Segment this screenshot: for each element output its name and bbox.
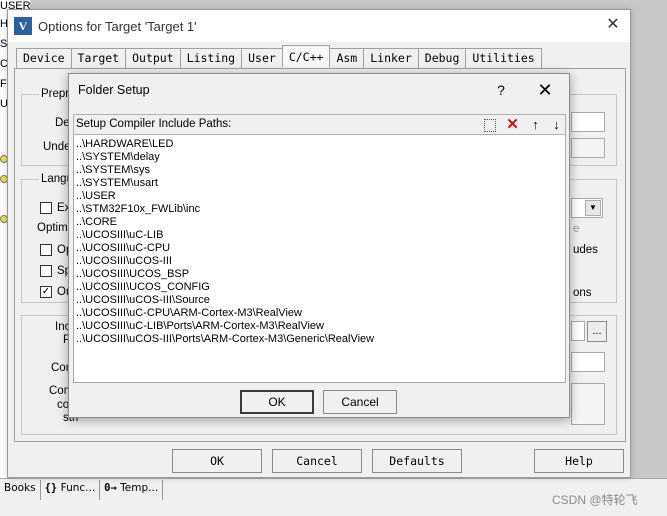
folder-setup-dialog: Folder Setup ? ✕ Setup Compiler Include … bbox=[68, 73, 570, 418]
editor-background bbox=[632, 0, 667, 480]
list-item[interactable]: ..\UCOSIII\UCOS_BSP bbox=[76, 268, 565, 281]
define-input[interactable] bbox=[571, 112, 605, 132]
list-item[interactable]: ..\USER bbox=[76, 190, 565, 203]
ok-button[interactable]: OK bbox=[172, 449, 262, 473]
tab-target[interactable]: Target bbox=[70, 48, 126, 68]
option1-checkbox[interactable] bbox=[40, 244, 52, 256]
tab-books[interactable]: Books bbox=[0, 480, 41, 500]
folder-cancel-button[interactable]: Cancel bbox=[323, 390, 397, 414]
tab-functions[interactable]: {} Func... bbox=[41, 480, 101, 500]
tab-templates-label: Temp... bbox=[120, 482, 159, 494]
new-folder-icon[interactable] bbox=[480, 116, 499, 133]
defaults-button[interactable]: Defaults bbox=[372, 449, 462, 473]
list-item[interactable]: ..\UCOSIII\uCOS-III bbox=[76, 255, 565, 268]
tab-user[interactable]: User bbox=[241, 48, 282, 68]
options-tabs: Device Target Output Listing User C/C++ … bbox=[16, 45, 542, 68]
list-item[interactable]: ..\SYSTEM\delay bbox=[76, 151, 565, 164]
tab-books-label: Books bbox=[4, 482, 36, 494]
move-down-icon[interactable]: ↓ bbox=[547, 116, 566, 133]
chevron-down-icon: ▼ bbox=[585, 200, 601, 216]
browse-button[interactable]: ... bbox=[587, 321, 607, 342]
list-item[interactable]: ..\UCOSIII\uCOS-III\Source bbox=[76, 294, 565, 307]
compiler-string-box bbox=[571, 383, 605, 425]
help-icon[interactable]: ? bbox=[493, 80, 509, 100]
tab-asm[interactable]: Asm bbox=[330, 48, 364, 68]
move-up-icon[interactable]: ↑ bbox=[526, 116, 545, 133]
include-paths-caption: Setup Compiler Include Paths: bbox=[76, 118, 232, 130]
close-icon[interactable]: ✕ bbox=[602, 14, 624, 36]
list-item[interactable]: ..\SYSTEM\usart bbox=[76, 177, 565, 190]
list-item[interactable]: ..\UCOSIII\uC-LIB\Ports\ARM-Cortex-M3\Re… bbox=[76, 320, 565, 333]
tab-device[interactable]: Device bbox=[16, 48, 71, 68]
project-window-tabs: Books {} Func... 0→ Temp... bbox=[0, 480, 164, 500]
undefine-input[interactable] bbox=[571, 138, 605, 158]
template-icon: 0→ bbox=[104, 482, 117, 494]
option2-checkbox[interactable] bbox=[40, 265, 52, 277]
braces-icon: {} bbox=[44, 482, 58, 494]
misc-controls-input[interactable] bbox=[571, 352, 605, 372]
execute-only-checkbox[interactable] bbox=[40, 202, 52, 214]
list-item[interactable]: ..\CORE bbox=[76, 216, 565, 229]
option3-checkbox[interactable]: ✓ bbox=[40, 286, 52, 298]
delete-icon[interactable]: ✕ bbox=[503, 116, 522, 133]
include-paths-list[interactable]: ..\HARDWARE\LED ..\SYSTEM\delay ..\SYSTE… bbox=[73, 135, 566, 383]
tab-c-cpp[interactable]: C/C++ bbox=[281, 45, 331, 67]
warnings-dropdown[interactable]: ▼ bbox=[571, 198, 603, 218]
list-item[interactable]: ..\STM32F10x_FWLib\inc bbox=[76, 203, 565, 216]
folder-setup-title: Folder Setup bbox=[78, 83, 150, 97]
options-title: Options for Target 'Target 1' bbox=[38, 18, 197, 34]
list-item[interactable]: ..\UCOSIII\UCOS_CONFIG bbox=[76, 281, 565, 294]
help-button[interactable]: Help bbox=[534, 449, 624, 473]
options-title-bar: V Options for Target 'Target 1' ✕ bbox=[8, 10, 630, 42]
folder-ok-button[interactable]: OK bbox=[240, 390, 314, 414]
list-item[interactable]: ..\UCOSIII\uC-CPU bbox=[76, 242, 565, 255]
tab-output[interactable]: Output bbox=[125, 48, 180, 68]
cancel-button[interactable]: Cancel bbox=[272, 449, 362, 473]
right-label-udes: udes bbox=[573, 244, 598, 256]
list-item[interactable]: ..\SYSTEM\sys bbox=[76, 164, 565, 177]
tab-utilities[interactable]: Utilities bbox=[465, 48, 542, 68]
include-paths-input[interactable] bbox=[571, 321, 585, 341]
list-item[interactable]: ..\UCOSIII\uC-CPU\ARM-Cortex-M3\RealView bbox=[76, 307, 565, 320]
folder-setup-title-bar: Folder Setup ? ✕ bbox=[69, 74, 569, 108]
keil-app-icon: V bbox=[14, 17, 32, 35]
right-label-e: e bbox=[573, 223, 580, 235]
tab-linker[interactable]: Linker bbox=[363, 48, 418, 68]
tab-functions-label: Func... bbox=[60, 482, 96, 494]
right-label-ons: ons bbox=[573, 287, 592, 299]
tab-templates[interactable]: 0→ Temp... bbox=[100, 480, 164, 500]
watermark: CSDN @特轮飞 bbox=[552, 493, 638, 507]
list-item[interactable]: ..\UCOSIII\uCOS-III\Ports\ARM-Cortex-M3\… bbox=[76, 333, 565, 346]
include-paths-header: Setup Compiler Include Paths: ✕ ↑ ↓ bbox=[73, 114, 566, 135]
close-icon[interactable]: ✕ bbox=[534, 79, 556, 101]
tab-debug[interactable]: Debug bbox=[417, 48, 466, 68]
tab-listing[interactable]: Listing bbox=[179, 48, 242, 68]
list-item[interactable]: ..\UCOSIII\uC-LIB bbox=[76, 229, 565, 242]
list-item[interactable]: ..\HARDWARE\LED bbox=[76, 138, 565, 151]
